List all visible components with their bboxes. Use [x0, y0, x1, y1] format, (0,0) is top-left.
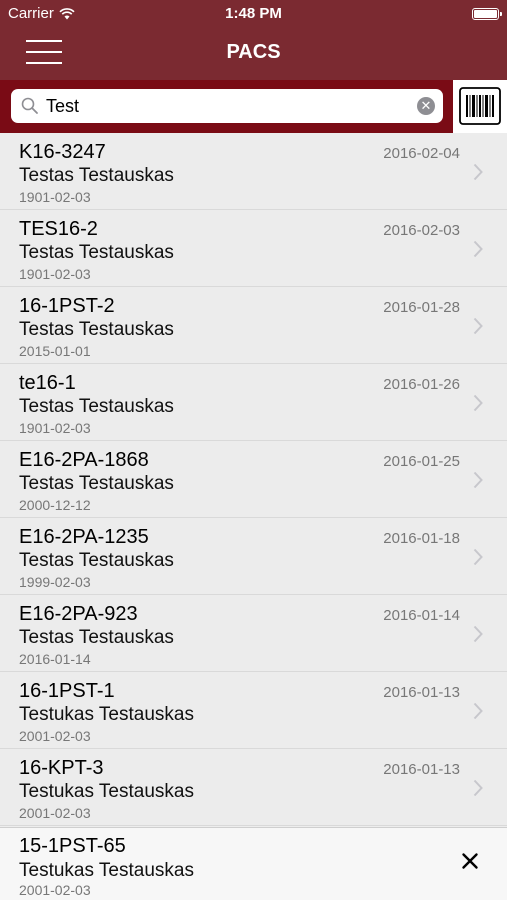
list-item[interactable]: 16-1PST-2 Testas Testauskas 2015-01-01 2… — [0, 287, 507, 364]
patient-name: Testas Testauskas — [19, 627, 174, 648]
search-input[interactable] — [46, 94, 406, 118]
list-item[interactable]: E16-2PA-923 Testas Testauskas 2016-01-14… — [0, 595, 507, 672]
patient-name: Testas Testauskas — [19, 319, 174, 340]
chevron-right-icon — [473, 163, 483, 181]
chevron-right-icon — [473, 548, 483, 566]
accession-number: 16-KPT-3 — [19, 757, 104, 779]
birth-date: 2001-02-03 — [19, 882, 91, 898]
chevron-right-icon — [473, 394, 483, 412]
birth-date: 2001-02-03 — [19, 805, 91, 821]
list-item[interactable]: E16-2PA-1235 Testas Testauskas 1999-02-0… — [0, 518, 507, 595]
list-item[interactable]: te16-1 Testas Testauskas 1901-02-03 2016… — [0, 364, 507, 441]
accession-number: E16-2PA-1235 — [19, 526, 149, 548]
search-bar: ✕ — [0, 80, 453, 133]
accession-number: TES16-2 — [19, 218, 98, 240]
menu-icon[interactable] — [26, 40, 62, 66]
chevron-right-icon — [473, 779, 483, 797]
barcode-icon — [459, 87, 501, 125]
study-date: 2016-02-03 — [383, 222, 460, 239]
clock: 1:48 PM — [225, 5, 282, 22]
study-date: 2016-01-26 — [383, 376, 460, 393]
chevron-right-icon — [473, 625, 483, 643]
chevron-right-icon — [473, 317, 483, 335]
patient-name: Testas Testauskas — [19, 242, 174, 263]
list-item[interactable]: E16-2PA-1868 Testas Testauskas 2000-12-1… — [0, 441, 507, 518]
birth-date: 1999-02-03 — [19, 574, 91, 590]
patient-name: Testas Testauskas — [19, 165, 174, 186]
study-date: 2016-01-25 — [383, 453, 460, 470]
accession-number: 16-1PST-2 — [19, 295, 115, 317]
list-item[interactable]: 16-KPT-3 Testukas Testauskas 2001-02-03 … — [0, 749, 507, 826]
search-field[interactable]: ✕ — [11, 89, 443, 123]
patient-name: Testas Testauskas — [19, 396, 174, 417]
close-icon[interactable] — [461, 852, 479, 870]
patient-name: Testas Testauskas — [19, 473, 174, 494]
nav-bar: PACS — [0, 28, 507, 80]
selected-study-panel: 15-1PST-65 Testukas Testauskas 2001-02-0… — [0, 827, 507, 900]
chevron-right-icon — [473, 471, 483, 489]
study-date: 2016-01-13 — [383, 761, 460, 778]
search-row: ✕ — [0, 80, 507, 133]
barcode-scan-button[interactable] — [458, 85, 502, 127]
chevron-right-icon — [473, 702, 483, 720]
birth-date: 2015-01-01 — [19, 343, 91, 359]
study-date: 2016-01-28 — [383, 299, 460, 316]
birth-date: 1901-02-03 — [19, 266, 91, 282]
study-date: 2016-01-13 — [383, 684, 460, 701]
accession-number: 16-1PST-1 — [19, 680, 115, 702]
patient-name: Testukas Testauskas — [19, 781, 194, 802]
status-bar: Carrier 1:48 PM — [0, 0, 507, 28]
patient-name: Testukas Testauskas — [19, 704, 194, 725]
list-item[interactable]: TES16-2 Testas Testauskas 1901-02-03 201… — [0, 210, 507, 287]
list-item[interactable]: K16-3247 Testas Testauskas 1901-02-03 20… — [0, 133, 507, 210]
accession-number: K16-3247 — [19, 141, 106, 163]
accession-number: E16-2PA-1868 — [19, 449, 149, 471]
birth-date: 1901-02-03 — [19, 420, 91, 436]
patient-name: Testas Testauskas — [19, 550, 174, 571]
search-icon — [21, 97, 38, 114]
birth-date: 2000-12-12 — [19, 497, 91, 513]
birth-date: 2016-01-14 — [19, 651, 91, 667]
patient-name: Testukas Testauskas — [19, 860, 194, 881]
page-title: PACS — [226, 41, 281, 63]
study-date: 2016-02-04 — [383, 145, 460, 162]
study-list: K16-3247 Testas Testauskas 1901-02-03 20… — [0, 133, 507, 827]
clear-icon[interactable]: ✕ — [417, 97, 435, 115]
list-item[interactable]: 16-1PST-1 Testukas Testauskas 2001-02-03… — [0, 672, 507, 749]
accession-number: 15-1PST-65 — [19, 835, 126, 857]
accession-number: E16-2PA-923 — [19, 603, 138, 625]
study-date: 2016-01-14 — [383, 607, 460, 624]
study-date: 2016-01-18 — [383, 530, 460, 547]
accession-number: te16-1 — [19, 372, 76, 394]
birth-date: 1901-02-03 — [19, 189, 91, 205]
birth-date: 2001-02-03 — [19, 728, 91, 744]
battery-icon — [472, 8, 502, 20]
chevron-right-icon — [473, 240, 483, 258]
